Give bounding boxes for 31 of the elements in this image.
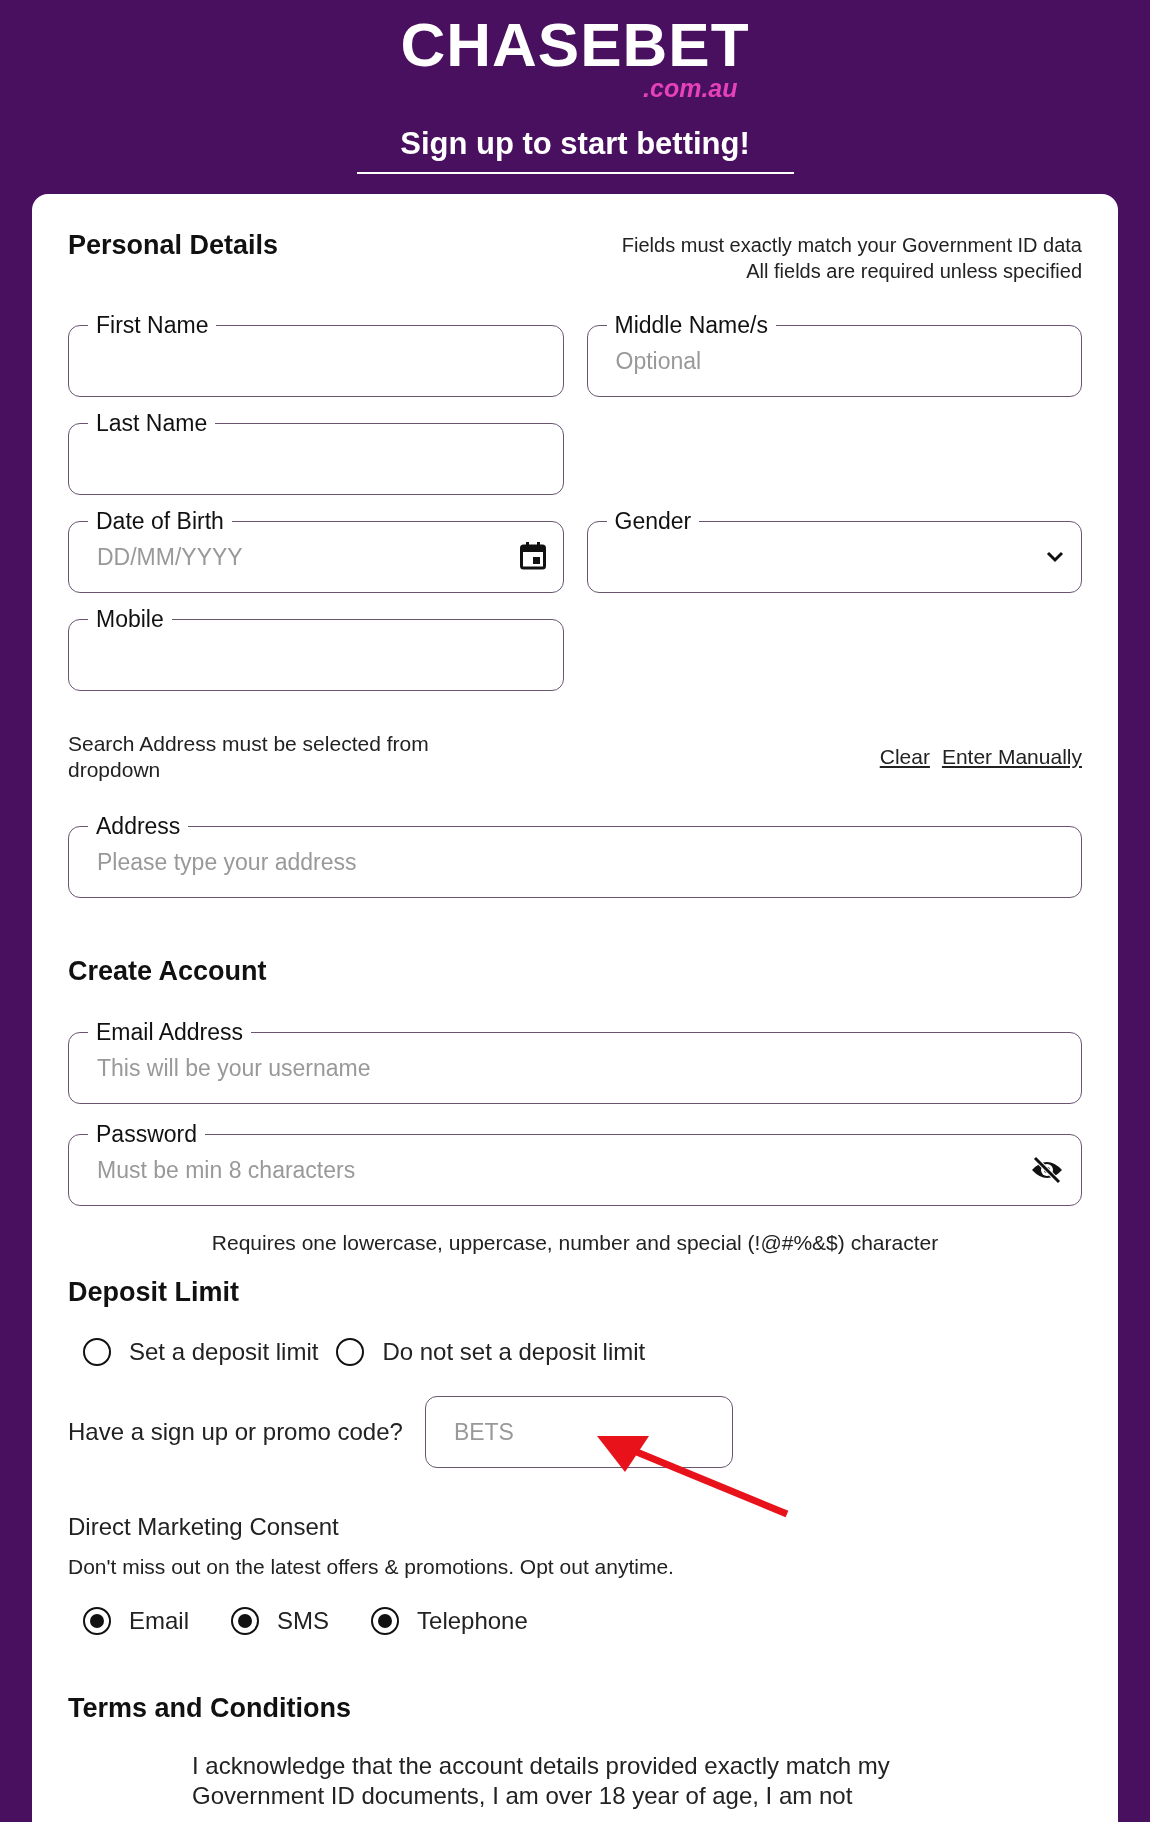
section-heading: Deposit Limit: [68, 1277, 240, 1308]
form-note: All fields are required unless specified: [746, 259, 1082, 284]
calendar-icon[interactable]: [519, 542, 546, 570]
logo: CHASEBET: [400, 14, 750, 76]
marketing-subtitle: Don't miss out on the latest offers & promotions. Opt out anytime.: [68, 1555, 675, 1579]
radio-button[interactable]: [231, 1607, 259, 1635]
page-title: Sign up to start betting!: [356, 126, 794, 174]
promo-label: Have a sign up or promo code?: [68, 1418, 403, 1446]
eye-off-icon[interactable]: [1030, 1156, 1064, 1184]
logo-domain: .com.au: [643, 76, 738, 100]
radio-button[interactable]: [83, 1607, 111, 1635]
address-link[interactable]: Clear: [879, 745, 930, 769]
radio-button[interactable]: [336, 1338, 365, 1366]
radio-label: Set a deposit limit: [129, 1338, 319, 1366]
section-subheading: Direct Marketing Consent: [68, 1513, 340, 1541]
radio-label: SMS: [277, 1607, 330, 1635]
section-heading: Terms and Conditions: [68, 1693, 352, 1724]
radio-label: Telephone: [417, 1607, 528, 1635]
section-heading: Personal Details: [68, 230, 279, 261]
radio-button[interactable]: [371, 1607, 400, 1635]
radio-label: Email: [129, 1607, 189, 1635]
section-heading: Create Account: [68, 956, 268, 987]
password-hint: Requires one lowercase, uppercase, number and special (!@#%&$) character: [210, 1231, 940, 1255]
promo-code-field[interactable]: BETS: [424, 1396, 733, 1468]
chevron-down-icon[interactable]: [1046, 551, 1064, 563]
address-link[interactable]: Enter Manually: [941, 745, 1082, 769]
form-note: Fields must exactly match your Government ID data: [621, 233, 1082, 258]
address-note: Search Address must be selected from dropdown: [68, 731, 430, 783]
radio-button[interactable]: [83, 1338, 111, 1366]
terms-paragraph: I acknowledge that the account details provided exactly match my Government ID documents, I am over 18 year of age, I am not: [192, 1751, 891, 1811]
radio-label: Do not set a deposit limit: [382, 1338, 646, 1366]
